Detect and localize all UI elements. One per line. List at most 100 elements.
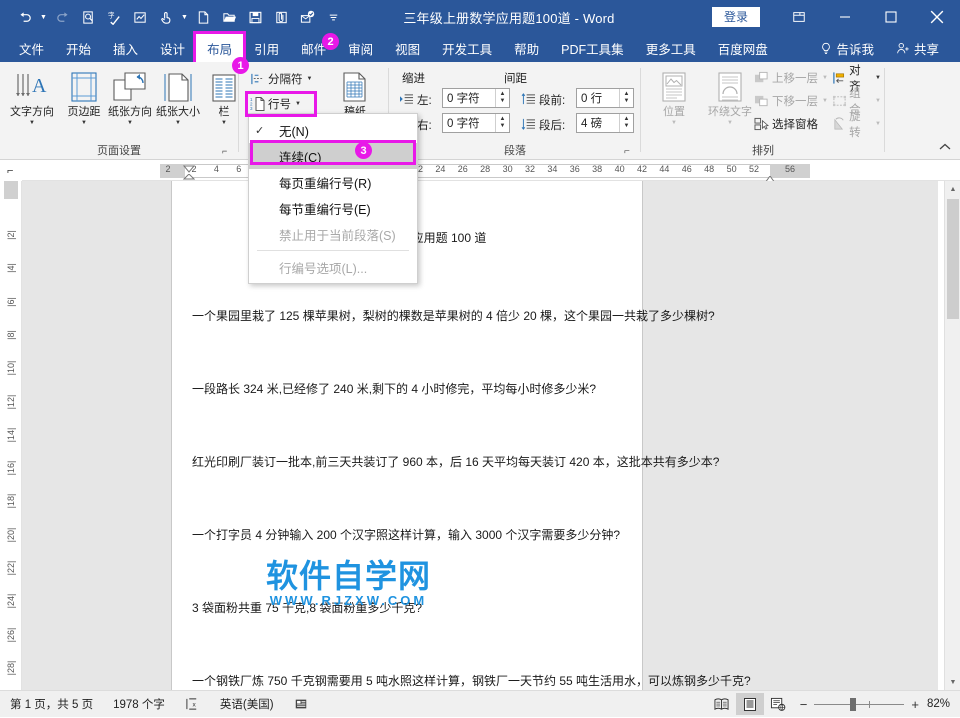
print-layout-icon[interactable] [736,693,764,715]
svg-text:A: A [32,75,47,97]
page-setup-dialog-launcher[interactable]: ⌐ [222,146,227,156]
tab-insert[interactable]: 插入 [102,34,149,62]
vruler-tick-label: |28| [6,657,16,679]
zoom-slider-thumb[interactable] [850,698,856,711]
columns-caret[interactable]: ▼ [198,119,250,127]
ruler-tick-label: 34 [545,164,559,174]
paper-size-caret[interactable]: ▼ [152,119,204,127]
space-after-arrows[interactable]: ▲▼ [619,114,633,132]
undo-dropdown-caret[interactable]: ▼ [38,4,49,30]
tab-references[interactable]: 引用 [243,34,290,62]
indent-left-spinner[interactable]: 0 字符 ▲▼ [442,88,510,108]
space-before-label: 段前: [539,92,565,108]
tab-baidu-netdisk[interactable]: 百度网盘 [707,34,779,62]
orientation-caret[interactable]: ▼ [104,119,156,127]
scrollbar-thumb[interactable] [947,199,959,319]
margins-label: 页边距 [58,106,110,119]
vertical-ruler[interactable]: |2||4||6||8||10||12||14||16||18||20||22|… [0,181,22,690]
manuscript-button[interactable]: 稿纸 [329,66,381,119]
close-icon[interactable] [914,0,960,34]
share-button[interactable]: 共享 [885,34,950,62]
vruler-tick-label: |26| [6,624,16,646]
indent-right-spinner[interactable]: 0 字符 ▲▼ [442,113,510,133]
space-before-spinner[interactable]: 0 行 ▲▼ [576,88,634,108]
text-direction-button[interactable]: A 文字方向 ▼ [6,66,58,127]
zoom-out-button[interactable]: − [800,697,808,712]
page-indicator[interactable]: 第 1 页，共 5 页 [0,691,103,718]
space-after-spinner[interactable]: 4 磅 ▲▼ [576,113,634,133]
vruler-tick-label: |14| [6,424,16,446]
sign-in-button[interactable]: 登录 [712,7,760,27]
menu-item-none[interactable]: ✓ 无(N) [249,117,417,143]
indent-left-arrows[interactable]: ▲▼ [495,89,509,107]
tab-view[interactable]: 视图 [384,34,431,62]
breaks-button[interactable]: 分隔符 ▼ [246,68,315,89]
spelling-check-icon[interactable]: 字 [101,4,127,30]
watermark-main-text: 软件自学网 [266,559,431,593]
menu-item-restart-each-page[interactable]: 每页重编行号(R) [249,169,417,195]
tab-label: 更多工具 [646,39,696,58]
line-numbers-caret[interactable]: ▼ [295,101,301,107]
open-folder-icon[interactable] [216,4,242,30]
print-preview-icon[interactable] [75,4,101,30]
menu-item-continuous[interactable]: 连续(C) [249,143,417,169]
line-numbers-button[interactable]: 123 行号 ▼ [246,93,304,114]
zoom-slider[interactable] [814,704,904,705]
tab-more-tools[interactable]: 更多工具 [635,34,707,62]
scroll-up-arrow-icon[interactable]: ▲ [945,181,960,197]
read-mode-icon[interactable] [708,693,736,715]
save-icon[interactable] [242,4,268,30]
space-after-label-row: 段后: [520,114,565,135]
align-objects-caret[interactable]: ▼ [875,75,881,81]
touch-mode-icon[interactable] [153,4,179,30]
scroll-down-arrow-icon[interactable]: ▼ [945,674,960,690]
columns-button[interactable]: 栏 ▼ [198,66,250,127]
zoom-control[interactable]: − + [792,697,927,712]
horizontal-ruler[interactable]: 2 56 24681012141618202224262830323436384… [0,161,960,181]
selection-pane-button[interactable]: 选择窗格 [750,113,821,134]
ruler-corner-tab-selector[interactable]: ⌐ [0,161,22,181]
tab-design[interactable]: 设计 [149,34,196,62]
orientation-button[interactable]: 纸张方向 ▼ [104,66,156,127]
web-layout-icon[interactable] [764,693,792,715]
attachment-icon[interactable] [268,4,294,30]
tab-developer[interactable]: 开发工具 [431,34,503,62]
accessibility-icon[interactable] [284,691,318,718]
paragraph-dialog-launcher[interactable]: ⌐ [624,146,630,157]
breaks-label: 分隔符 [268,71,303,87]
minimize-icon[interactable] [822,0,868,34]
space-after-icon [520,118,537,131]
paper-size-button[interactable]: 纸张大小 ▼ [152,66,204,127]
ruler-tick-label: 48 [702,164,716,174]
ribbon-display-options-icon[interactable] [776,0,822,34]
language-indicator[interactable]: 英语(美国) [210,691,284,718]
document-canvas[interactable]: 三年级上册数学应用题 100 道 一个果园里栽了 125 棵苹果树，梨树的棵数是… [22,181,938,690]
vertical-scrollbar[interactable]: ▲ ▼ [944,181,960,690]
word-count[interactable]: 1978 个字 [103,691,175,718]
new-document-icon[interactable] [190,4,216,30]
document-paragraph-text: 一个钢铁厂炼 750 千克钢需要用 5 吨水照这样计算，钢铁厂一天节约 55 吨… [192,674,751,688]
tab-file[interactable]: 文件 [8,34,55,62]
position-button[interactable]: 位置 ▼ [648,66,700,127]
space-before-arrows[interactable]: ▲▼ [619,89,633,107]
zoom-level-label[interactable]: 82% [927,698,960,710]
tab-home[interactable]: 开始 [55,34,102,62]
zoom-in-button[interactable]: + [911,697,919,712]
indent-right-arrows[interactable]: ▲▼ [495,114,509,132]
menu-item-restart-each-section[interactable]: 每节重编行号(E) [249,195,417,221]
collapse-ribbon-icon[interactable] [938,142,952,155]
tab-pdf-tools[interactable]: PDF工具集 [550,34,635,62]
tab-help[interactable]: 帮助 [503,34,550,62]
touch-mode-dropdown-caret[interactable]: ▼ [179,4,190,30]
edit-chart-icon[interactable] [127,4,153,30]
proofing-errors-icon[interactable]: x [175,691,210,718]
ruler-tick-label: 32 [523,164,537,174]
breaks-caret[interactable]: ▼ [307,76,313,82]
text-direction-caret[interactable]: ▼ [6,119,58,127]
undo-icon[interactable] [12,4,38,30]
margins-button[interactable]: 页边距 ▼ [58,66,110,127]
tab-review[interactable]: 审阅 [337,34,384,62]
tell-me-button[interactable]: 告诉我 [809,34,885,62]
margins-caret[interactable]: ▼ [58,119,110,127]
maximize-icon[interactable] [868,0,914,34]
